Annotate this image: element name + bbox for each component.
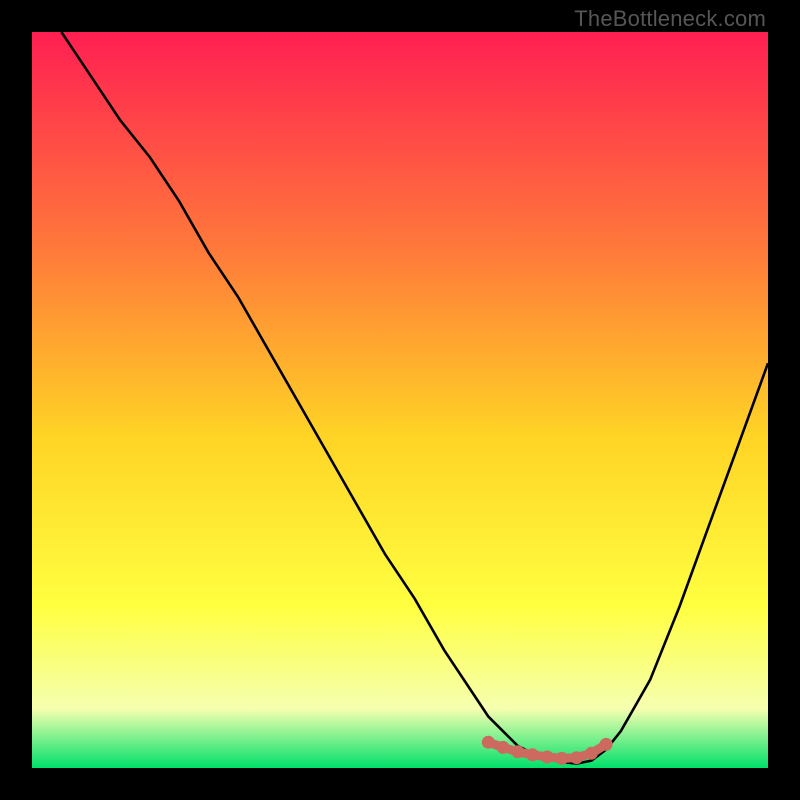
chart-frame: TheBottleneck.com bbox=[0, 0, 800, 800]
optimal-dot bbox=[497, 741, 510, 754]
optimal-dot bbox=[555, 752, 568, 765]
watermark-text: TheBottleneck.com bbox=[574, 6, 766, 32]
optimal-dot bbox=[526, 748, 539, 761]
curve-layer bbox=[32, 32, 768, 768]
optimal-dot bbox=[541, 751, 554, 764]
optimal-dot bbox=[600, 738, 613, 751]
bottleneck-curve bbox=[61, 32, 768, 764]
optimal-dot bbox=[511, 745, 524, 758]
optimal-dot bbox=[585, 747, 598, 760]
plot-area bbox=[32, 32, 768, 768]
optimal-dot bbox=[570, 751, 583, 764]
optimal-dot bbox=[482, 736, 495, 749]
